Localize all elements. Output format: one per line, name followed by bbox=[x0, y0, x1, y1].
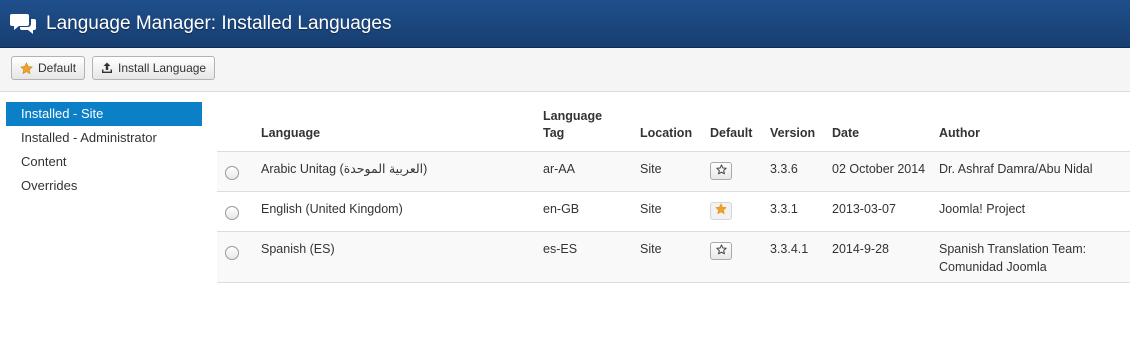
date-cell: 2013-03-07 bbox=[832, 191, 939, 232]
language-cell: English (United Kingdom) bbox=[261, 191, 543, 232]
language-column-header[interactable]: Language bbox=[261, 108, 543, 152]
version-cell: 3.3.6 bbox=[770, 151, 832, 192]
sidebar: Installed - Site Installed - Administrat… bbox=[6, 102, 202, 198]
upload-icon bbox=[101, 62, 113, 74]
install-language-button[interactable]: Install Language bbox=[92, 56, 216, 80]
row-select-radio[interactable] bbox=[225, 166, 239, 180]
default-column-header[interactable]: Default bbox=[710, 108, 770, 152]
language-cell: Arabic Unitag (العربية الموحدة) bbox=[261, 151, 543, 192]
star-outline-icon bbox=[715, 242, 727, 260]
star-outline-icon bbox=[715, 162, 727, 180]
star-icon bbox=[20, 61, 33, 75]
sidebar-item-installed-site[interactable]: Installed - Site bbox=[6, 102, 202, 126]
install-language-button-label: Install Language bbox=[118, 61, 207, 75]
sidebar-item-content[interactable]: Content bbox=[6, 150, 202, 174]
default-language-indicator bbox=[710, 202, 732, 220]
author-cell: Spanish Translation Team: Comunidad Joom… bbox=[939, 231, 1130, 283]
star-filled-icon bbox=[715, 202, 727, 220]
page-title: Language Manager: Installed Languages bbox=[46, 12, 392, 34]
author-cell: Dr. Ashraf Damra/Abu Nidal bbox=[939, 151, 1130, 192]
author-column-header[interactable]: Author bbox=[939, 108, 1130, 152]
version-column-header[interactable]: Version bbox=[770, 108, 832, 152]
row-select-radio[interactable] bbox=[225, 246, 239, 260]
comments-icon bbox=[10, 11, 36, 37]
language-tag-column-header[interactable]: Language Tag bbox=[543, 108, 640, 152]
version-cell: 3.3.1 bbox=[770, 191, 832, 232]
tag-cell: es-ES bbox=[543, 231, 640, 283]
author-cell: Joomla! Project bbox=[939, 191, 1130, 232]
set-default-button[interactable] bbox=[710, 242, 732, 260]
language-cell: Spanish (ES) bbox=[261, 231, 543, 283]
location-cell: Site bbox=[640, 191, 710, 232]
tag-cell: en-GB bbox=[543, 191, 640, 232]
select-column-header bbox=[217, 108, 261, 152]
location-cell: Site bbox=[640, 151, 710, 192]
page-header: Language Manager: Installed Languages bbox=[0, 0, 1130, 48]
row-select-radio[interactable] bbox=[225, 206, 239, 220]
location-cell: Site bbox=[640, 231, 710, 283]
table-header-row: Language Language Tag Location Default Ve… bbox=[217, 108, 1130, 152]
set-default-button[interactable] bbox=[710, 162, 732, 180]
date-cell: 2014-9-28 bbox=[832, 231, 939, 283]
languages-table: Language Language Tag Location Default Ve… bbox=[217, 108, 1130, 283]
default-button-label: Default bbox=[38, 61, 77, 75]
sidebar-item-overrides[interactable]: Overrides bbox=[6, 174, 202, 198]
version-cell: 3.3.4.1 bbox=[770, 231, 832, 283]
location-column-header[interactable]: Location bbox=[640, 108, 710, 152]
table-row: Spanish (ES) es-ES Site 3.3.4.1 2014-9-2… bbox=[217, 231, 1130, 283]
toolbar: Default Install Language bbox=[0, 48, 1130, 92]
table-row: Arabic Unitag (العربية الموحدة) ar-AA Si… bbox=[217, 151, 1130, 192]
table-row: English (United Kingdom) en-GB Site 3.3.… bbox=[217, 191, 1130, 232]
date-column-header[interactable]: Date bbox=[832, 108, 939, 152]
default-button[interactable]: Default bbox=[11, 56, 86, 80]
date-cell: 02 October 2014 bbox=[832, 151, 939, 192]
sidebar-item-installed-administrator[interactable]: Installed - Administrator bbox=[6, 126, 202, 150]
tag-cell: ar-AA bbox=[543, 151, 640, 192]
